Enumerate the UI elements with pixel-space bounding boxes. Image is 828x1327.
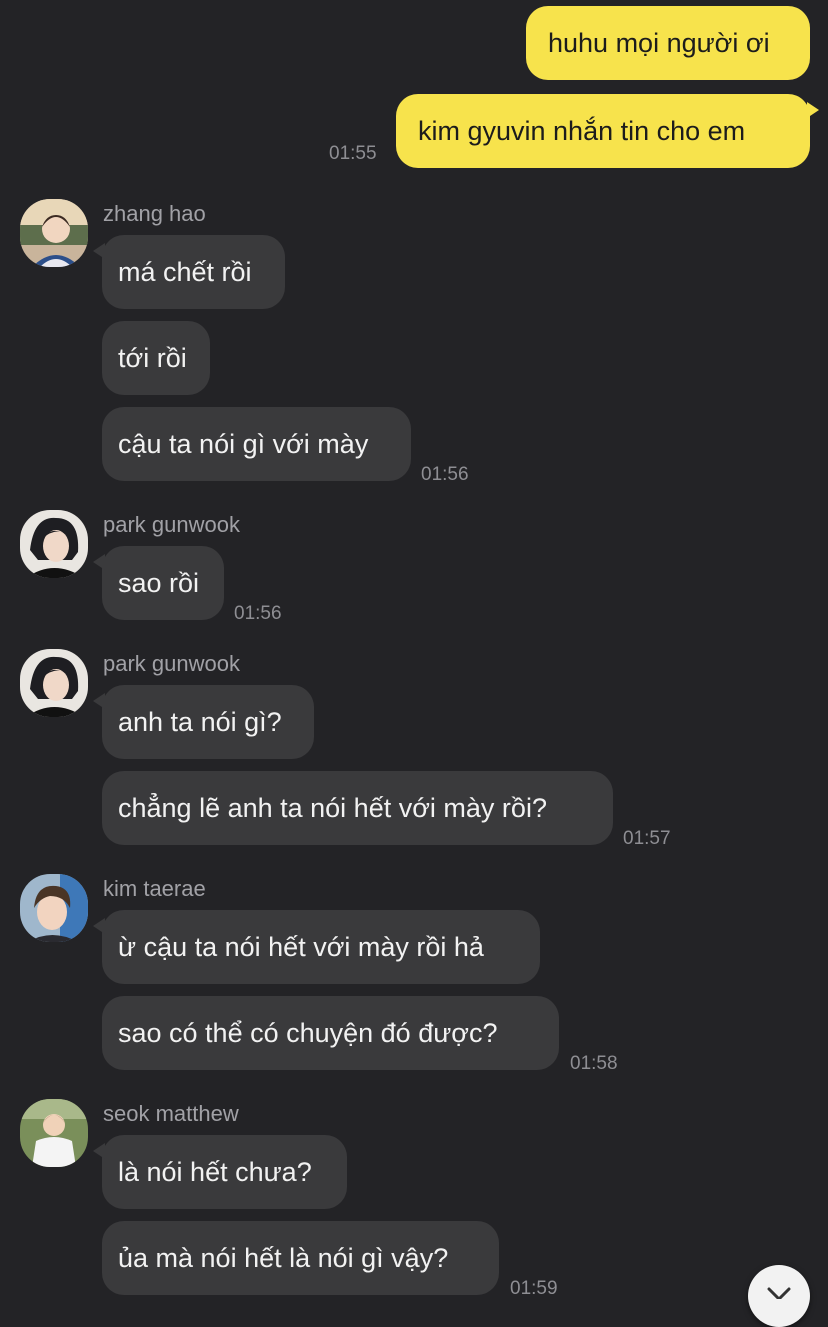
sender-name: zhang hao	[103, 201, 206, 226]
incoming-message[interactable]: ừ cậu ta nói hết với mày rồi hả	[93, 910, 540, 984]
profile-photo-icon	[20, 649, 88, 717]
incoming-message[interactable]: cậu ta nói gì với mày	[102, 407, 411, 481]
incoming-message[interactable]: chẳng lẽ anh ta nói hết với mày rồi?	[102, 771, 613, 845]
incoming-message[interactable]: anh ta nói gì?	[93, 685, 314, 759]
profile-photo-icon	[20, 1099, 88, 1167]
incoming-message[interactable]: má chết rồi	[93, 235, 285, 309]
chevron-down-icon	[767, 1287, 791, 1299]
incoming-message[interactable]: sao rồi	[93, 546, 224, 620]
profile-photo-icon	[20, 199, 88, 267]
incoming-message[interactable]: sao có thể có chuyện đó được?	[102, 996, 559, 1070]
sender-name: park gunwook	[103, 512, 240, 537]
message-timestamp: 01:56	[234, 603, 282, 624]
profile-photo-icon	[20, 510, 88, 578]
incoming-message[interactable]: tới rồi	[102, 321, 210, 395]
message-timestamp: 01:57	[623, 828, 671, 849]
avatar[interactable]	[20, 874, 88, 942]
sender-name: kim taerae	[103, 876, 206, 901]
avatar[interactable]	[20, 649, 88, 717]
sender-name: park gunwook	[103, 651, 240, 676]
outgoing-message[interactable]: huhu mọi người ơi	[526, 6, 810, 80]
avatar[interactable]	[20, 1099, 88, 1167]
message-timestamp: 01:56	[421, 464, 469, 485]
message-timestamp: 01:58	[570, 1053, 618, 1074]
outgoing-message[interactable]: kim gyuvin nhắn tin cho em	[396, 94, 819, 168]
scroll-to-bottom-button[interactable]	[748, 1265, 810, 1327]
message-timestamp: 01:59	[510, 1278, 558, 1299]
sender-name: seok matthew	[103, 1101, 239, 1126]
avatar[interactable]	[20, 199, 88, 267]
profile-photo-icon	[20, 874, 88, 942]
avatar[interactable]	[20, 510, 88, 578]
message-timestamp: 01:55	[329, 143, 377, 164]
incoming-message[interactable]: là nói hết chưa?	[93, 1135, 347, 1209]
incoming-message[interactable]: ủa mà nói hết là nói gì vậy?	[102, 1221, 499, 1295]
